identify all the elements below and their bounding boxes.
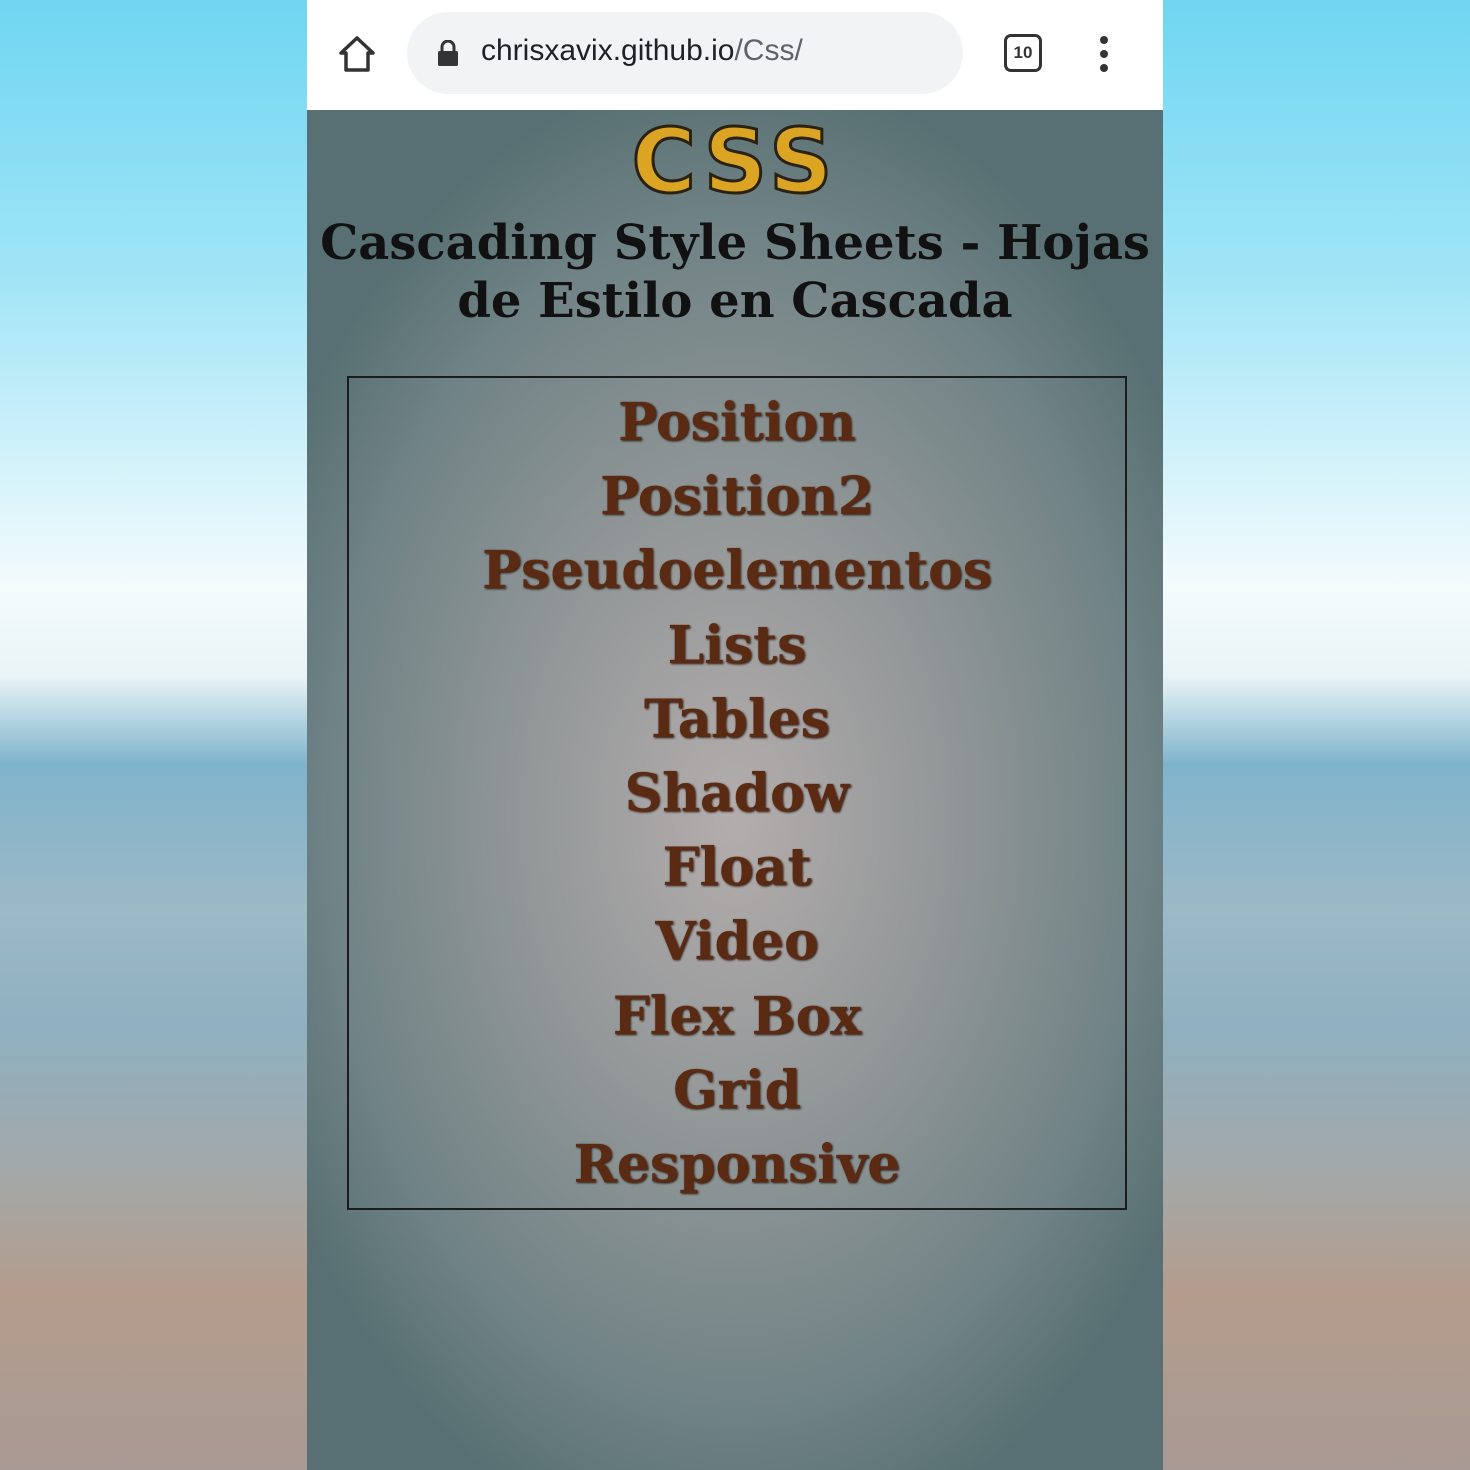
page-content: CSS Cascading Style Sheets - Hojas de Es…	[307, 110, 1163, 1470]
menu-link-lists[interactable]: Lists	[349, 609, 1125, 683]
browser-toolbar: chrisxavix.github.io/Css/ 10	[307, 0, 1163, 110]
home-icon[interactable]	[337, 34, 377, 74]
lock-icon	[438, 40, 458, 66]
tab-switcher-button[interactable]: 10	[1004, 34, 1042, 72]
menu-link-tables[interactable]: Tables	[349, 683, 1125, 757]
menu-link-position2[interactable]: Position2	[349, 460, 1125, 534]
menu-link-responsive[interactable]: Responsive	[349, 1128, 1125, 1202]
url-text[interactable]: chrisxavix.github.io/Css/	[481, 34, 803, 68]
menu-link-flex-box[interactable]: Flex Box	[349, 980, 1125, 1054]
menu-link-video[interactable]: Video	[349, 905, 1125, 979]
menu-link-pseudoelementos[interactable]: Pseudoelementos	[349, 534, 1125, 608]
css-logo: CSS	[630, 110, 839, 213]
topic-menu: Position Position2 Pseudoelementos Lists Tab…	[347, 376, 1127, 1210]
phone-screen: chrisxavix.github.io/Css/ 10 CSS Cascadi…	[307, 0, 1163, 1470]
url-domain: chrisxavix.github.io	[481, 34, 735, 67]
menu-link-grid[interactable]: Grid	[349, 1054, 1125, 1128]
address-bar[interactable]: chrisxavix.github.io/Css/	[407, 12, 963, 94]
url-path: /Css/	[734, 34, 803, 67]
menu-link-position[interactable]: Position	[349, 386, 1125, 460]
more-options-icon[interactable]	[1099, 36, 1109, 72]
menu-link-float[interactable]: Float	[349, 831, 1125, 905]
menu-link-shadow[interactable]: Shadow	[349, 757, 1125, 831]
page-subtitle: Cascading Style Sheets - Hojas de Estilo…	[320, 215, 1150, 329]
